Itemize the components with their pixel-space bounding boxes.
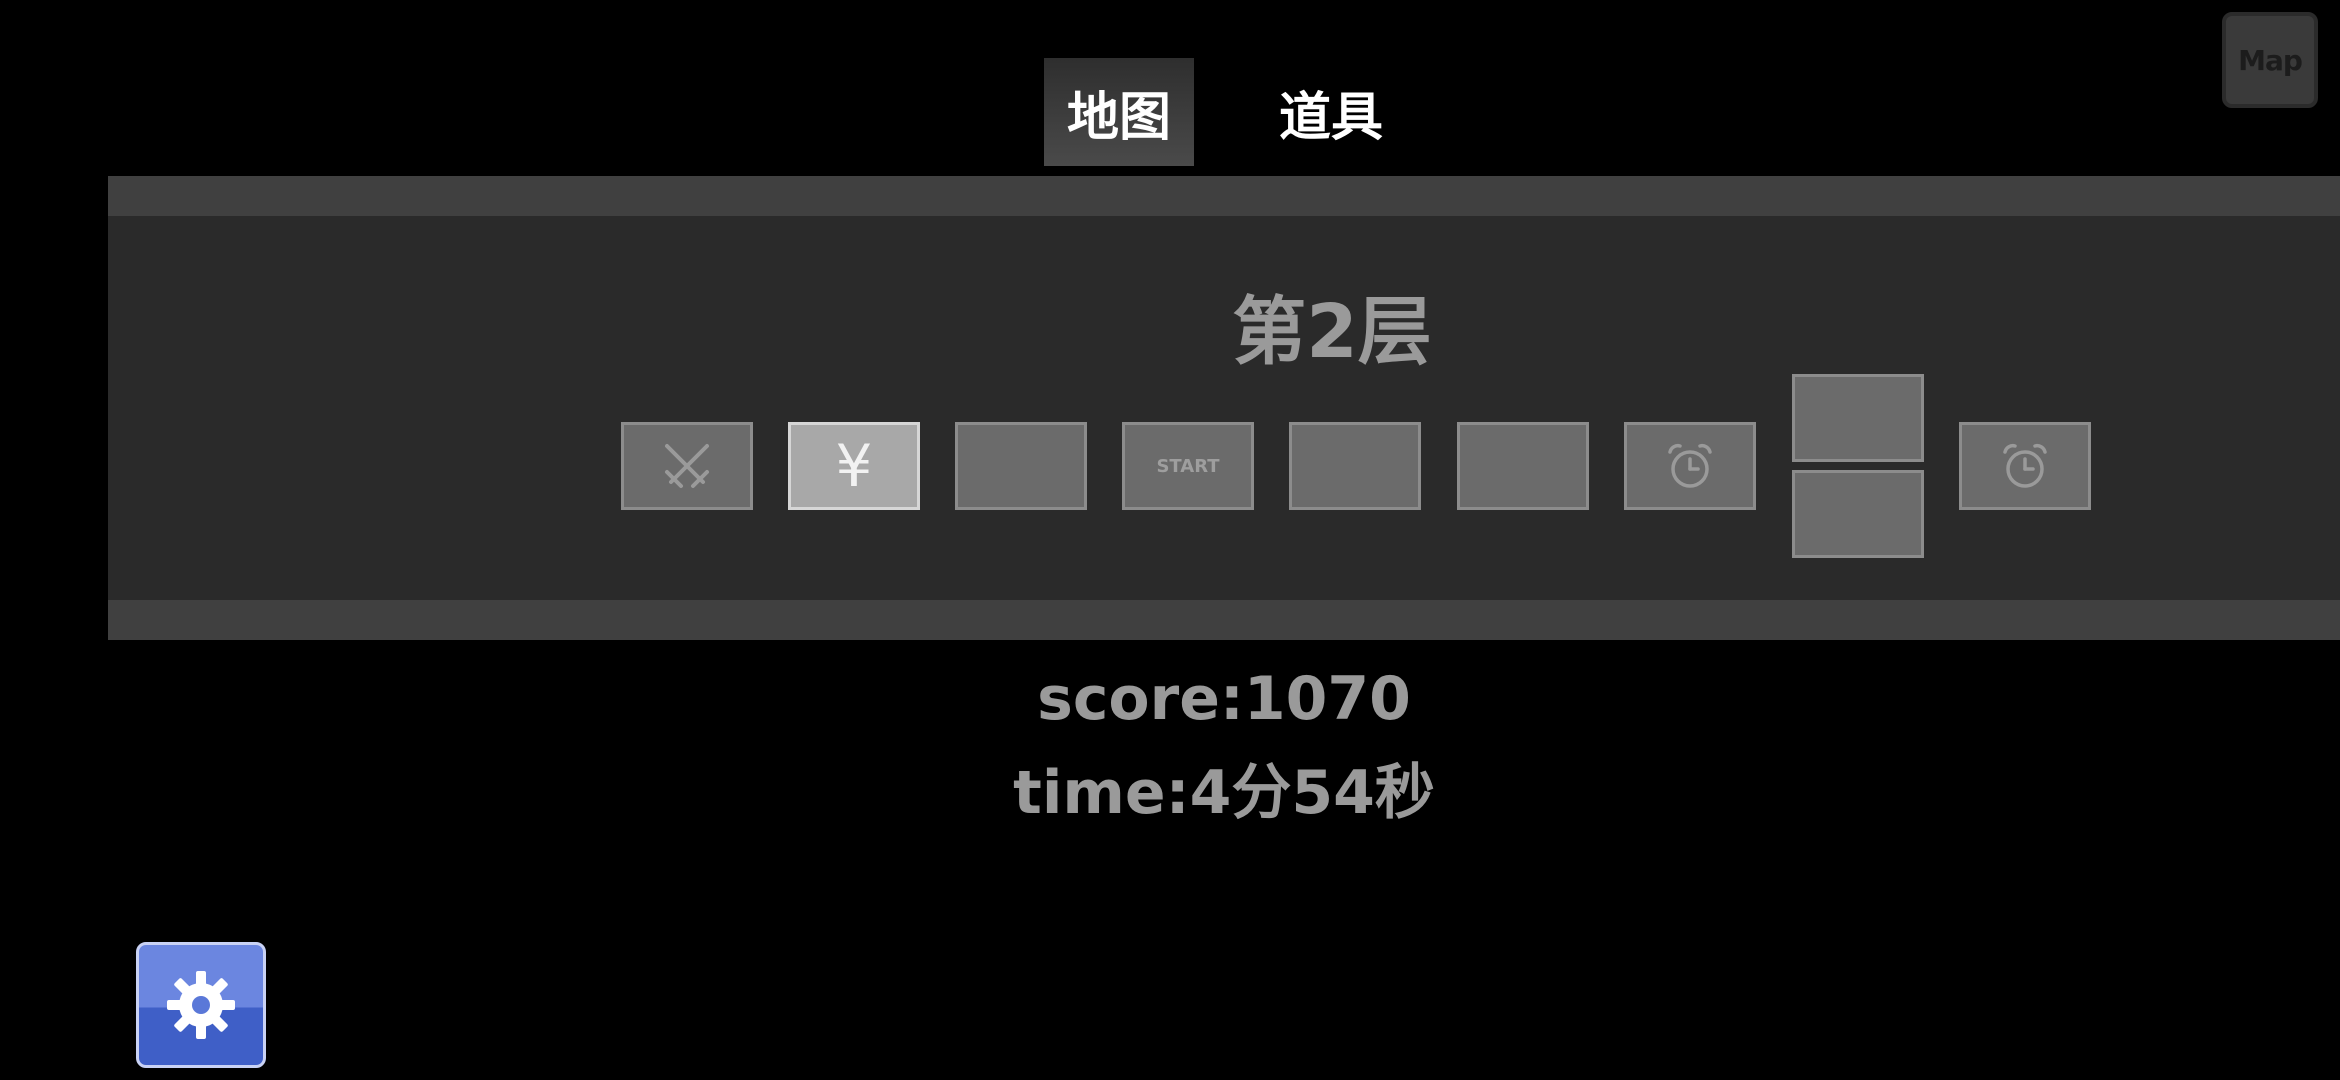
room-timed[interactable] bbox=[1624, 422, 1756, 510]
map-button[interactable]: Map bbox=[2222, 12, 2318, 108]
tab-items[interactable]: 道具 bbox=[1256, 58, 1406, 166]
room-shop[interactable]: ¥ bbox=[788, 422, 920, 510]
tab-items-label: 道具 bbox=[1278, 87, 1383, 148]
alarm-clock-icon bbox=[1668, 443, 1712, 488]
floor-map-panel: 第2层 ¥ START bbox=[108, 176, 2340, 640]
crossed-swords-icon bbox=[665, 444, 709, 488]
time-text: time:4分54秒 bbox=[1013, 758, 1435, 828]
room-empty[interactable] bbox=[1289, 422, 1421, 510]
room-shop-label: ¥ bbox=[835, 432, 873, 500]
room-battle[interactable] bbox=[621, 422, 753, 510]
tab-map[interactable]: 地图 bbox=[1044, 58, 1194, 166]
panel-top-band bbox=[108, 176, 2340, 216]
floor-title: 第2层 bbox=[1232, 289, 1432, 375]
map-icon: Map bbox=[2238, 43, 2303, 77]
room-empty[interactable] bbox=[955, 422, 1087, 510]
score-text: score:1070 bbox=[1037, 664, 1411, 734]
gear-icon bbox=[167, 971, 235, 1039]
alarm-clock-icon bbox=[2003, 443, 2047, 488]
settings-button[interactable] bbox=[136, 942, 266, 1068]
room-empty[interactable] bbox=[1792, 374, 1924, 462]
room-start-label: START bbox=[1156, 455, 1220, 477]
room-start[interactable]: START bbox=[1122, 422, 1254, 510]
room-empty[interactable] bbox=[1457, 422, 1589, 510]
room-timed[interactable] bbox=[1959, 422, 2091, 510]
panel-bottom-band bbox=[108, 600, 2340, 640]
tab-map-label: 地图 bbox=[1066, 87, 1171, 148]
room-empty[interactable] bbox=[1792, 470, 1924, 558]
